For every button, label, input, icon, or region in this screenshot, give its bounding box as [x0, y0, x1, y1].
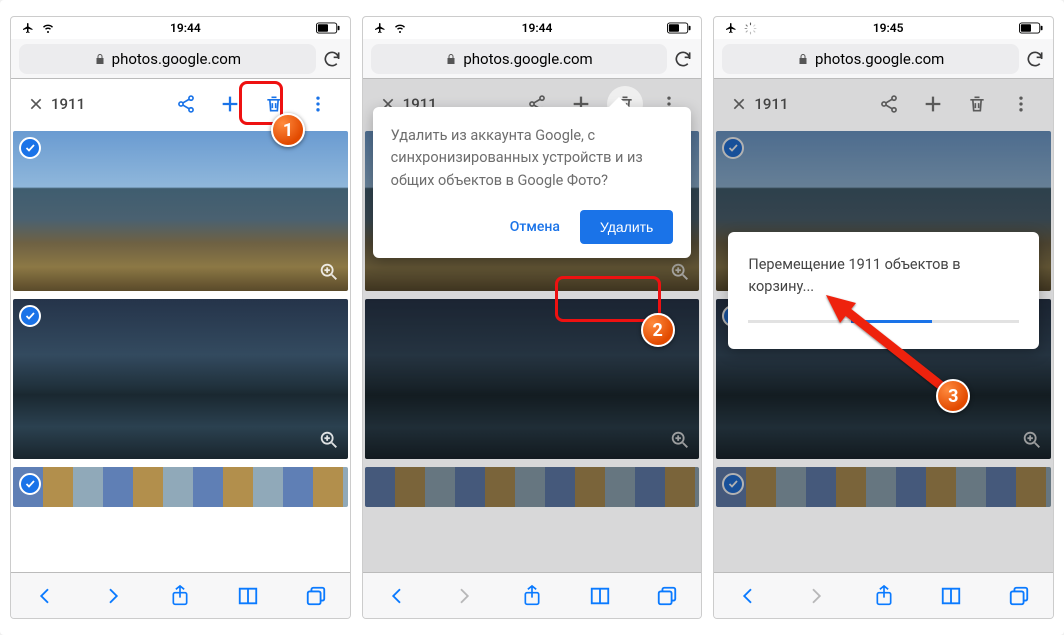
- share-icon: [867, 82, 911, 126]
- add-icon[interactable]: [208, 82, 252, 126]
- lock-icon: [797, 53, 809, 65]
- url-text: photos.google.com: [463, 50, 592, 68]
- cancel-button[interactable]: Отмена: [506, 211, 564, 243]
- back-icon[interactable]: [32, 583, 58, 609]
- reload-icon[interactable]: [673, 49, 693, 69]
- reload-icon[interactable]: [1025, 49, 1045, 69]
- safari-toolbar: [363, 572, 702, 618]
- dialog-message: Удалить из аккаунта Google, с синхронизи…: [391, 125, 674, 192]
- zoom-icon[interactable]: [318, 261, 340, 283]
- browser-url-bar: photos.google.com: [11, 39, 350, 79]
- wifi-icon: [393, 22, 407, 34]
- selected-check-icon: [722, 137, 744, 159]
- gallery[interactable]: [11, 129, 350, 572]
- forward-icon: [451, 583, 477, 609]
- tabs-icon[interactable]: [1006, 583, 1032, 609]
- lock-icon: [445, 53, 457, 65]
- battery-icon: [1019, 22, 1043, 34]
- bookmarks-icon[interactable]: [235, 583, 261, 609]
- trash-icon: [955, 82, 999, 126]
- photo-item[interactable]: [13, 131, 348, 291]
- zoom-icon: [669, 261, 691, 283]
- delete-dialog: Удалить из аккаунта Google, с синхронизи…: [373, 107, 692, 258]
- photo-item: [365, 467, 700, 507]
- share-icon[interactable]: [164, 82, 208, 126]
- battery-icon: [316, 22, 340, 34]
- back-icon[interactable]: [384, 583, 410, 609]
- share-icon[interactable]: [871, 583, 897, 609]
- status-bar: 19:44: [363, 17, 702, 39]
- url-field[interactable]: photos.google.com: [19, 44, 316, 74]
- status-bar: 19:44: [11, 17, 350, 39]
- tabs-icon[interactable]: [303, 583, 329, 609]
- url-field[interactable]: photos.google.com: [371, 44, 668, 74]
- progress-fill: [851, 320, 932, 323]
- zoom-icon[interactable]: [318, 429, 340, 451]
- selected-check-icon: [19, 305, 41, 327]
- airplane-icon: [724, 22, 738, 34]
- bookmarks-icon[interactable]: [938, 583, 964, 609]
- selected-check-icon: [19, 137, 41, 159]
- gallery: [714, 129, 1053, 572]
- status-time: 19:44: [407, 21, 668, 35]
- add-icon: [911, 82, 955, 126]
- phone-3: 19:45 photos.google.com 1911: [713, 16, 1054, 619]
- phone-2: 19:44 photos.google.com 1911: [362, 16, 703, 619]
- forward-icon: [803, 583, 829, 609]
- close-selection-button: [724, 96, 754, 112]
- status-time: 19:45: [757, 21, 1019, 35]
- more-icon: [999, 82, 1043, 126]
- selected-check-icon: [722, 473, 744, 495]
- back-icon[interactable]: [735, 583, 761, 609]
- progress-bar: [748, 320, 1019, 323]
- loading-spinner-icon: [744, 22, 757, 35]
- tabs-icon[interactable]: [654, 583, 680, 609]
- progress-dialog: Перемещение 1911 объектов в корзину...: [728, 232, 1039, 349]
- battery-icon: [667, 22, 691, 34]
- trash-icon[interactable]: [252, 82, 296, 126]
- safari-toolbar: [714, 572, 1053, 618]
- safari-toolbar: [11, 572, 350, 618]
- airplane-icon: [373, 22, 387, 34]
- bookmarks-icon[interactable]: [587, 583, 613, 609]
- url-field[interactable]: photos.google.com: [722, 44, 1019, 74]
- browser-url-bar: photos.google.com: [363, 39, 702, 79]
- lock-icon: [94, 53, 106, 65]
- selected-check-icon: [19, 473, 41, 495]
- selection-toolbar: 1911: [11, 79, 350, 129]
- reload-icon[interactable]: [322, 49, 342, 69]
- phone-1: 19:44 photos.google.com 1911: [10, 16, 351, 619]
- more-icon[interactable]: [296, 82, 340, 126]
- url-text: photos.google.com: [112, 50, 241, 68]
- photo-item[interactable]: [13, 467, 348, 507]
- status-time: 19:44: [55, 21, 316, 35]
- url-text: photos.google.com: [815, 50, 944, 68]
- wifi-icon: [41, 22, 55, 34]
- selection-count: 1911: [51, 95, 103, 113]
- zoom-icon: [669, 429, 691, 451]
- zoom-icon: [1021, 429, 1043, 451]
- selection-toolbar: 1911: [714, 79, 1053, 129]
- photo-item[interactable]: [13, 299, 348, 459]
- selection-count: 1911: [754, 95, 806, 113]
- forward-icon[interactable]: [100, 583, 126, 609]
- browser-url-bar: photos.google.com: [714, 39, 1053, 79]
- close-selection-button[interactable]: [21, 96, 51, 112]
- progress-message: Перемещение 1911 объектов в корзину...: [748, 254, 1019, 298]
- share-icon[interactable]: [167, 583, 193, 609]
- airplane-icon: [21, 22, 35, 34]
- share-icon[interactable]: [519, 583, 545, 609]
- photo-item: [716, 467, 1051, 507]
- status-bar: 19:45: [714, 17, 1053, 39]
- photo-item: [365, 299, 700, 459]
- delete-button[interactable]: Удалить: [580, 210, 673, 244]
